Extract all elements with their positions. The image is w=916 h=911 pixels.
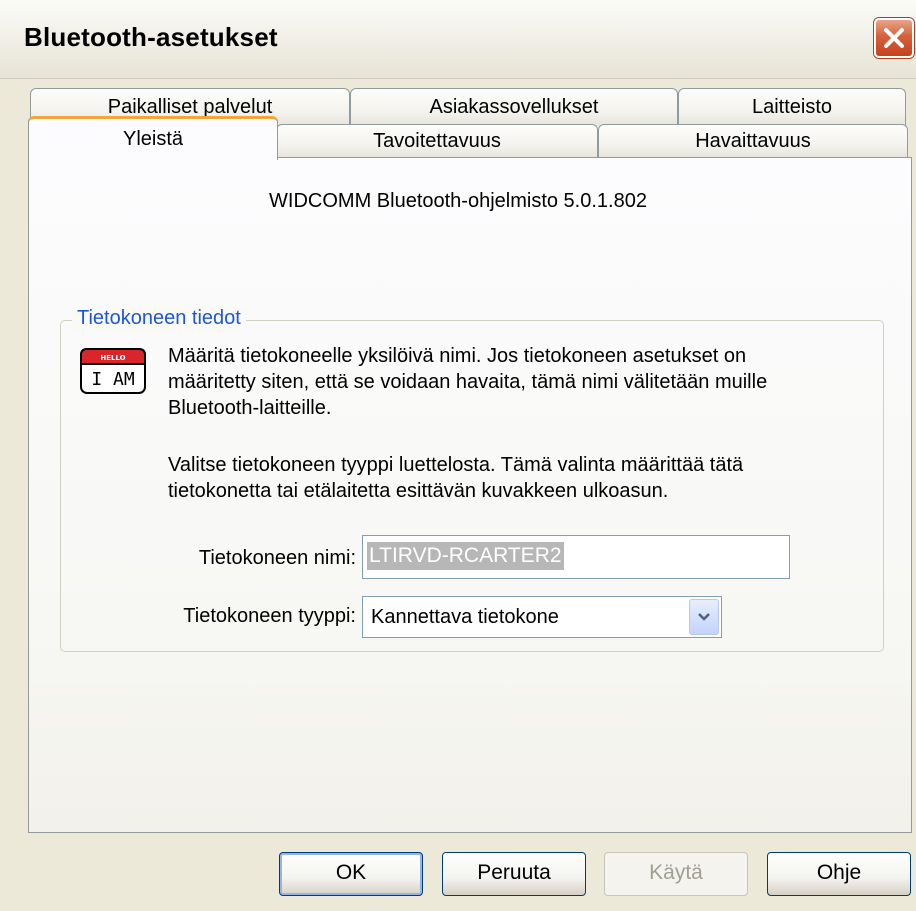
computer-type-label: Tietokoneen tyyppi: [183, 605, 356, 627]
window-title: Bluetooth-asetukset [24, 22, 278, 52]
computer-type-value: Kannettava tietokone [371, 606, 559, 628]
computer-type-description: Valitse tietokoneen tyyppi luettelosta. … [168, 452, 848, 504]
tab-label: Havaittavuus [695, 130, 811, 152]
cancel-button[interactable]: Peruuta [442, 852, 586, 896]
close-button[interactable] [874, 18, 914, 58]
tab-label: Asiakassovellukset [429, 96, 599, 118]
title-bar[interactable]: Bluetooth-asetukset [0, 0, 916, 79]
tab-label: Yleistä [122, 128, 184, 150]
badge-hello-text: HELLO [100, 354, 125, 362]
tab-laitteisto[interactable]: Laitteisto [678, 88, 906, 126]
computer-type-select[interactable]: Kannettava tietokone [362, 596, 722, 638]
chevron-down-icon [698, 613, 710, 621]
close-icon [884, 28, 904, 48]
tab-yleista[interactable]: Yleistä [28, 116, 278, 160]
badge-iam-text: I AM [91, 369, 135, 390]
computer-name-input[interactable]: LTIRVD-RCARTER2 [362, 535, 790, 579]
description-line: Bluetooth-laitteille. [168, 397, 332, 419]
description-line: Valitse tietokoneen tyyppi luettelosta. … [168, 454, 744, 476]
help-button[interactable]: Ohje [767, 852, 911, 896]
bluetooth-settings-window: Bluetooth-asetukset Paikalliset palvelut… [0, 0, 916, 911]
apply-button[interactable]: Käytä [604, 852, 748, 896]
software-version-text: WIDCOMM Bluetooth-ohjelmisto 5.0.1.802 [269, 190, 647, 212]
dropdown-button[interactable] [689, 599, 719, 635]
groupbox-title: Tietokoneen tiedot [72, 307, 246, 330]
description-line: tietokonetta tai etälaitetta esittävän k… [168, 480, 669, 502]
computer-name-description: Määritä tietokoneelle yksilöivä nimi. Jo… [168, 343, 848, 421]
computer-name-label: Tietokoneen nimi: [198, 547, 356, 569]
description-line: Määritä tietokoneelle yksilöivä nimi. Jo… [168, 345, 747, 367]
tab-tavoitettavuus[interactable]: Tavoitettavuus [276, 124, 598, 158]
computer-name-value: LTIRVD-RCARTER2 [367, 542, 564, 570]
tab-label: Tavoitettavuus [373, 130, 501, 152]
tab-label: Laitteisto [751, 96, 833, 118]
ok-button[interactable]: OK [279, 852, 423, 896]
hello-i-am-badge-icon: HELLO I AM [80, 348, 146, 394]
description-line: määritetty siten, että se voidaan havait… [168, 371, 768, 393]
tab-asiakassovellukset[interactable]: Asiakassovellukset [350, 88, 678, 126]
tab-havaittavuus[interactable]: Havaittavuus [598, 124, 908, 158]
